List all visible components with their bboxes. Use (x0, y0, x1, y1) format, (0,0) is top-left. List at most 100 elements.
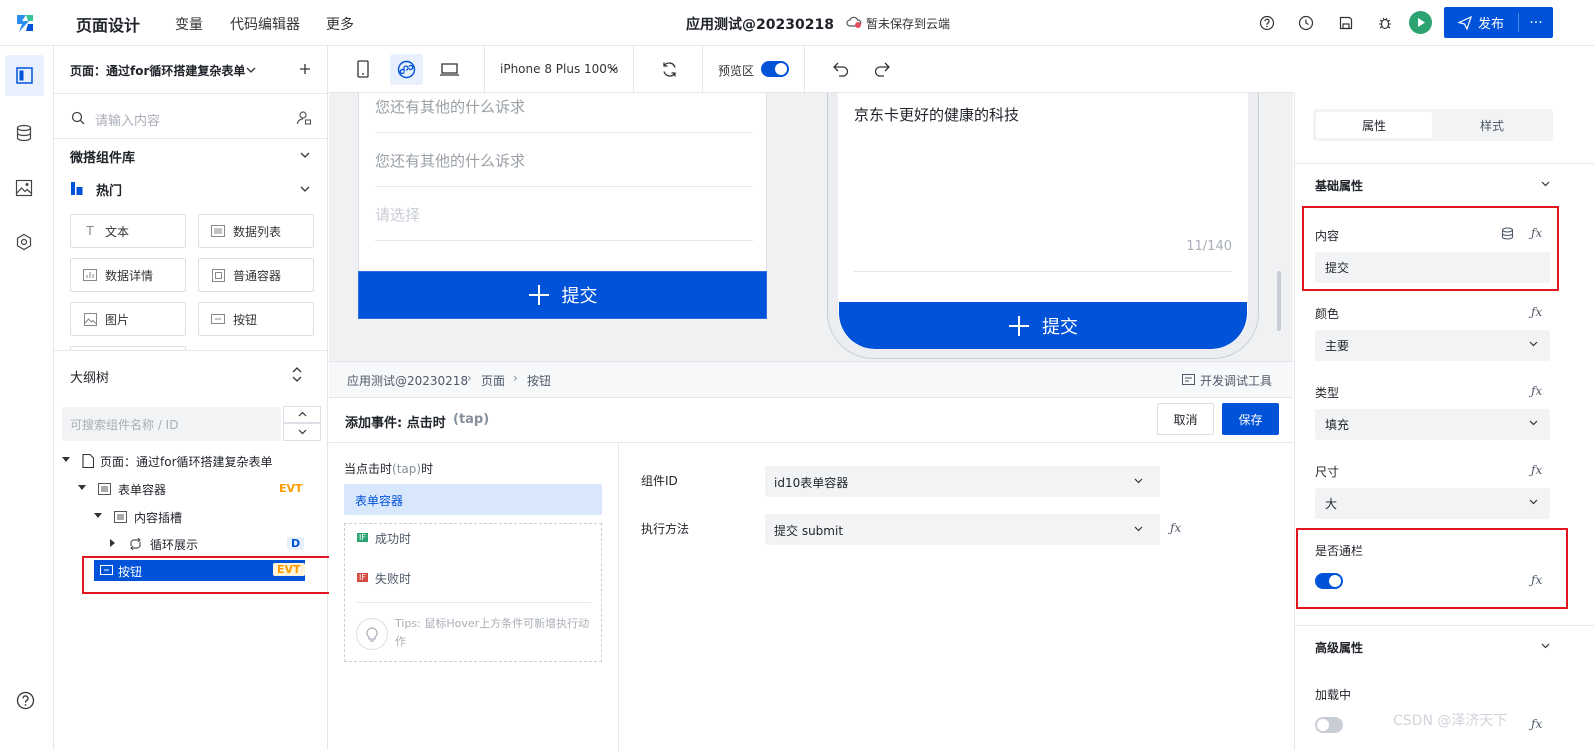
tree-node-loop[interactable]: 循环展示 D (110, 536, 310, 554)
form-select-placeholder[interactable]: 请选择 (375, 204, 420, 225)
fx-expression-icon[interactable]: ƒx (1531, 717, 1542, 731)
preview-label: 预览区 (718, 64, 755, 78)
page-select[interactable]: 页面：通过for循环搭建复杂表单 (70, 62, 245, 79)
outline-search-input[interactable]: 可搜索组件名称 / ID (62, 407, 281, 441)
nav-variables[interactable]: 变量 (175, 14, 203, 34)
miniprogram-device-button[interactable] (390, 54, 423, 85)
hot-category-title[interactable]: 热门 (96, 180, 122, 199)
add-page-icon[interactable] (299, 63, 311, 75)
fx-expression-icon[interactable]: ƒx (1531, 463, 1542, 477)
component-search-input[interactable]: 请输入内容 (95, 110, 160, 129)
design-canvas: 您还有其他的什么诉求 您还有其他的什么诉求 请选择 提交 京东卡更好的健康的科技… (329, 93, 1293, 361)
breadcrumb-separator: › (513, 371, 518, 385)
component-library-title[interactable]: 微搭组件库 (70, 147, 135, 166)
size-value: 大 (1325, 497, 1338, 511)
save-icon[interactable] (1338, 15, 1354, 31)
play-icon (1418, 18, 1425, 27)
divider (633, 46, 634, 93)
fx-expression-icon[interactable]: ƒx (1170, 521, 1181, 535)
advanced-properties-title[interactable]: 高级属性 (1315, 639, 1363, 656)
fx-expression-icon[interactable]: ƒx (1531, 384, 1542, 398)
devtools-button[interactable]: 开发调试工具 (1200, 372, 1272, 389)
list-icon (211, 224, 225, 238)
left-submit-button[interactable]: 提交 (358, 271, 767, 319)
tree-node-page[interactable]: 页面：通过for循环搭建复杂表单 (62, 453, 322, 471)
user-filter-icon[interactable] (296, 110, 312, 126)
fail-branch[interactable]: 失败时 (375, 570, 411, 587)
form-field-text[interactable]: 您还有其他的什么诉求 (375, 150, 525, 171)
canvas-scrollbar[interactable] (1277, 271, 1281, 331)
component-id-select[interactable]: id10表单容器 (765, 466, 1160, 497)
method-select[interactable]: 提交 submit (765, 514, 1160, 545)
size-label: 尺寸 (1315, 465, 1340, 479)
device-select[interactable]: iPhone 8 Plus 100% (500, 62, 618, 76)
component-id-value: id10表单容器 (774, 476, 849, 490)
cancel-button[interactable]: 取消 (1157, 403, 1214, 435)
color-value: 主要 (1325, 339, 1350, 353)
breadcrumb-button[interactable]: 按钮 (527, 372, 551, 389)
chevron-down-icon[interactable] (1541, 643, 1550, 649)
publish-more-button[interactable]: ··· (1519, 7, 1553, 38)
divider (484, 46, 485, 93)
basic-properties-title[interactable]: 基础属性 (1315, 177, 1363, 194)
fx-expression-icon[interactable]: ƒx (1531, 305, 1542, 319)
component-label: 数据详情 (105, 268, 154, 283)
chevron-down-icon[interactable] (1541, 181, 1550, 187)
tab-style[interactable]: 样式 (1434, 112, 1550, 138)
chevron-down-icon[interactable] (300, 152, 310, 159)
page-select-chevron-icon[interactable] (246, 67, 256, 74)
settings-hexagon-icon[interactable] (15, 233, 33, 251)
publish-button[interactable]: 发布 (1444, 7, 1518, 38)
chevron-down-icon[interactable] (300, 186, 310, 193)
component-text[interactable]: T 文本 (70, 214, 186, 248)
tree-label: 表单容器 (118, 483, 167, 497)
component-data-detail[interactable]: 数据详情 (70, 258, 186, 292)
tree-node-content-slot[interactable]: 内容插槽 (94, 509, 294, 527)
right-submit-button[interactable]: 提交 (839, 302, 1247, 349)
tab-properties[interactable]: 属性 (1316, 112, 1432, 138)
page-icon (82, 454, 94, 468)
color-select[interactable]: 主要 (1315, 330, 1550, 361)
success-branch[interactable]: 成功时 (375, 530, 411, 547)
toggle-knob (1317, 719, 1329, 731)
nav-code-editor[interactable]: 代码编辑器 (230, 14, 300, 34)
action-item-form-container[interactable]: 表单容器 (344, 484, 602, 515)
outline-next-button[interactable] (283, 423, 321, 441)
expand-collapse-icon[interactable] (292, 367, 302, 382)
undo-icon[interactable] (833, 62, 849, 77)
loop-icon (130, 538, 141, 550)
history-icon[interactable] (1298, 15, 1314, 31)
breadcrumb-page[interactable]: 页面 (481, 372, 505, 389)
desktop-device-icon[interactable] (440, 63, 459, 76)
app-logo-icon[interactable] (13, 11, 37, 35)
method-label: 执行方法 (641, 522, 690, 536)
component-data-list[interactable]: 数据列表 (198, 214, 314, 248)
redo-icon[interactable] (874, 62, 890, 77)
tree-node-form-container[interactable]: 表单容器 EVT (78, 481, 314, 499)
chevron-down-icon[interactable] (609, 66, 618, 72)
size-select[interactable]: 大 (1315, 488, 1550, 519)
help-circle-icon[interactable] (16, 691, 35, 710)
preview-toggle[interactable] (761, 61, 789, 77)
refresh-icon[interactable] (661, 61, 678, 78)
outline-prev-button[interactable] (283, 406, 321, 423)
debug-bug-icon[interactable] (1377, 15, 1393, 31)
rail-item-pages[interactable] (5, 55, 44, 96)
media-image-icon[interactable] (15, 179, 33, 197)
component-image[interactable]: 图片 (70, 302, 186, 336)
textarea-content[interactable]: 京东卡更好的健康的科技 (854, 104, 1019, 125)
component-container[interactable]: 普通容器 (198, 258, 314, 292)
run-preview-button[interactable] (1409, 11, 1432, 34)
help-icon[interactable] (1259, 15, 1275, 31)
type-select[interactable]: 填充 (1315, 409, 1550, 440)
breadcrumb-app[interactable]: 应用测试@20230218 (347, 372, 468, 389)
mobile-device-icon[interactable] (357, 60, 369, 78)
save-button[interactable]: 保存 (1222, 403, 1279, 435)
loading-toggle[interactable] (1315, 717, 1343, 733)
database-icon[interactable] (15, 124, 33, 142)
form-field-text[interactable]: 您还有其他的什么诉求 (375, 96, 525, 117)
send-icon (1457, 15, 1472, 30)
breadcrumb: 应用测试@20230218 › 页面 › 按钮 开发调试工具 (329, 362, 1293, 398)
component-button[interactable]: 按钮 (198, 302, 314, 336)
nav-more[interactable]: 更多 (326, 14, 354, 34)
